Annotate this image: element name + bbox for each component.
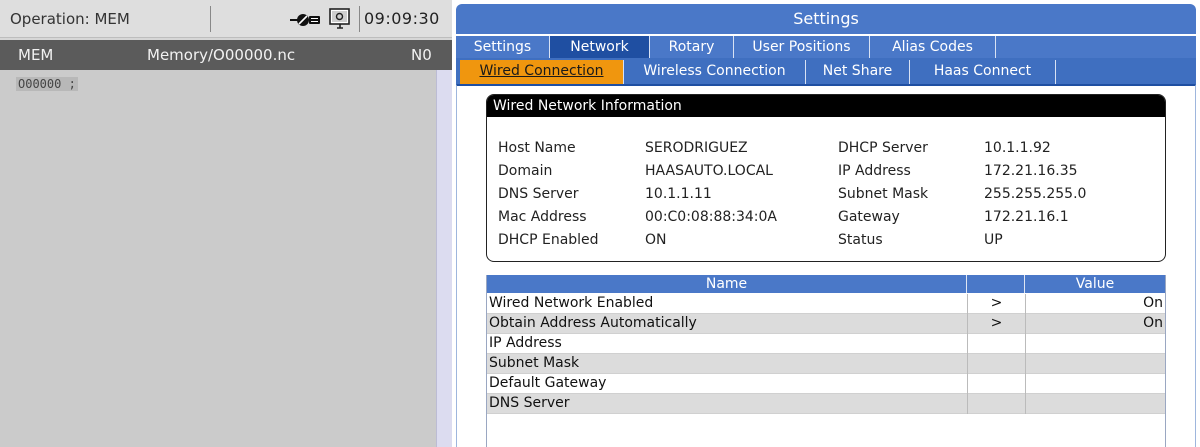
block-number: N0 [411, 46, 432, 64]
tab-network[interactable]: Network [550, 36, 650, 58]
expand-arrow[interactable]: > [967, 314, 1025, 334]
tab-wireless-connection[interactable]: Wireless Connection [624, 60, 806, 84]
screen-capture-icon[interactable] [328, 8, 352, 30]
subnet-mask-value: 255.255.255.0 [984, 186, 1087, 202]
network-disconnected-icon [290, 14, 320, 26]
ip-address-label: IP Address [838, 163, 911, 179]
program-file-path: Memory/O00000.nc [147, 46, 296, 64]
host-name-value: SERODRIGUEZ [645, 140, 748, 156]
dhcp-server-label: DHCP Server [838, 140, 928, 156]
program-panel: Operation: MEM 09:09:30 MEM Memory/O0000… [0, 0, 452, 447]
host-name-label: Host Name [498, 140, 576, 156]
expand-arrow[interactable]: > [967, 294, 1025, 314]
dhcp-server-value: 10.1.1.92 [984, 140, 1051, 156]
setting-value[interactable]: On [1025, 314, 1165, 334]
sub-tab-bar: Wired Connection Wireless Connection Net… [456, 58, 1196, 84]
tab-rotary[interactable]: Rotary [650, 36, 734, 58]
setting-name: DNS Server [489, 395, 570, 411]
tab-net-share[interactable]: Net Share [806, 60, 910, 84]
dhcp-enabled-value: ON [645, 232, 667, 248]
setting-value[interactable]: On [1025, 294, 1165, 314]
expand-arrow[interactable] [967, 394, 1025, 414]
setting-value[interactable] [1025, 334, 1165, 354]
table-row[interactable]: Obtain Address Automatically > On [487, 314, 1165, 334]
wired-network-info-box: Wired Network Information Host Name SERO… [486, 94, 1166, 262]
operation-mode-label: Operation: MEM [10, 10, 130, 28]
status-divider [210, 6, 211, 32]
dns-server-label: DNS Server [498, 186, 579, 202]
setting-value[interactable] [1025, 394, 1165, 414]
gateway-value: 172.21.16.1 [984, 209, 1069, 225]
table-row[interactable]: DNS Server [487, 394, 1165, 414]
table-row[interactable]: Wired Network Enabled > On [487, 294, 1165, 314]
dhcp-enabled-label: DHCP Enabled [498, 232, 599, 248]
column-header-value: Value [1075, 276, 1115, 292]
column-header-name: Name [487, 275, 967, 293]
setting-name: Wired Network Enabled [489, 295, 654, 311]
domain-label: Domain [498, 163, 553, 179]
mac-address-value: 00:C0:08:88:34:0A [645, 209, 778, 225]
ip-address-value: 172.21.16.35 [984, 163, 1078, 179]
setting-value[interactable] [1025, 374, 1165, 394]
program-mode: MEM [18, 46, 54, 64]
program-header: MEM Memory/O00000.nc N0 [0, 40, 452, 70]
setting-name: IP Address [489, 335, 562, 351]
column-header-arrow [967, 275, 1025, 293]
program-editor[interactable]: O00000 ; [0, 70, 436, 447]
expand-arrow[interactable] [967, 334, 1025, 354]
settings-panel: Settings Settings Network Rotary User Po… [456, 0, 1200, 447]
setting-name: Default Gateway [489, 375, 607, 391]
subnet-mask-label: Subnet Mask [838, 186, 929, 202]
settings-title: Settings [456, 4, 1196, 34]
top-tab-bar: Settings Network Rotary User Positions A… [456, 36, 1196, 58]
tab-alias-codes[interactable]: Alias Codes [870, 36, 996, 58]
dns-server-value: 10.1.1.11 [645, 186, 712, 202]
network-settings-table: Name Value Wired Network Enabled > On Ob… [486, 275, 1166, 447]
clock-divider [359, 6, 360, 32]
gateway-label: Gateway [838, 209, 900, 225]
expand-arrow[interactable] [967, 374, 1025, 394]
tab-settings[interactable]: Settings [456, 36, 550, 58]
editor-scrollbar[interactable] [436, 70, 452, 447]
setting-name: Obtain Address Automatically [489, 315, 697, 331]
mac-address-label: Mac Address [498, 209, 587, 225]
setting-value[interactable] [1025, 354, 1165, 374]
setting-name: Subnet Mask [489, 355, 580, 371]
clock: 09:09:30 [364, 9, 440, 28]
info-box-title: Wired Network Information [487, 95, 1165, 117]
table-row[interactable]: Subnet Mask [487, 354, 1165, 374]
status-label: Status [838, 232, 883, 248]
tab-wired-connection[interactable]: Wired Connection [460, 60, 624, 84]
domain-value: HAASAUTO.LOCAL [645, 163, 773, 179]
code-line[interactable]: O00000 ; [16, 77, 78, 91]
tab-user-positions[interactable]: User Positions [734, 36, 870, 58]
table-header: Name Value [487, 275, 1165, 293]
expand-arrow[interactable] [967, 354, 1025, 374]
operation-status-bar: Operation: MEM 09:09:30 [0, 0, 452, 38]
tab-haas-connect[interactable]: Haas Connect [910, 60, 1056, 84]
table-row[interactable]: IP Address [487, 334, 1165, 354]
table-row[interactable]: Default Gateway [487, 374, 1165, 394]
status-value: UP [984, 232, 1003, 248]
